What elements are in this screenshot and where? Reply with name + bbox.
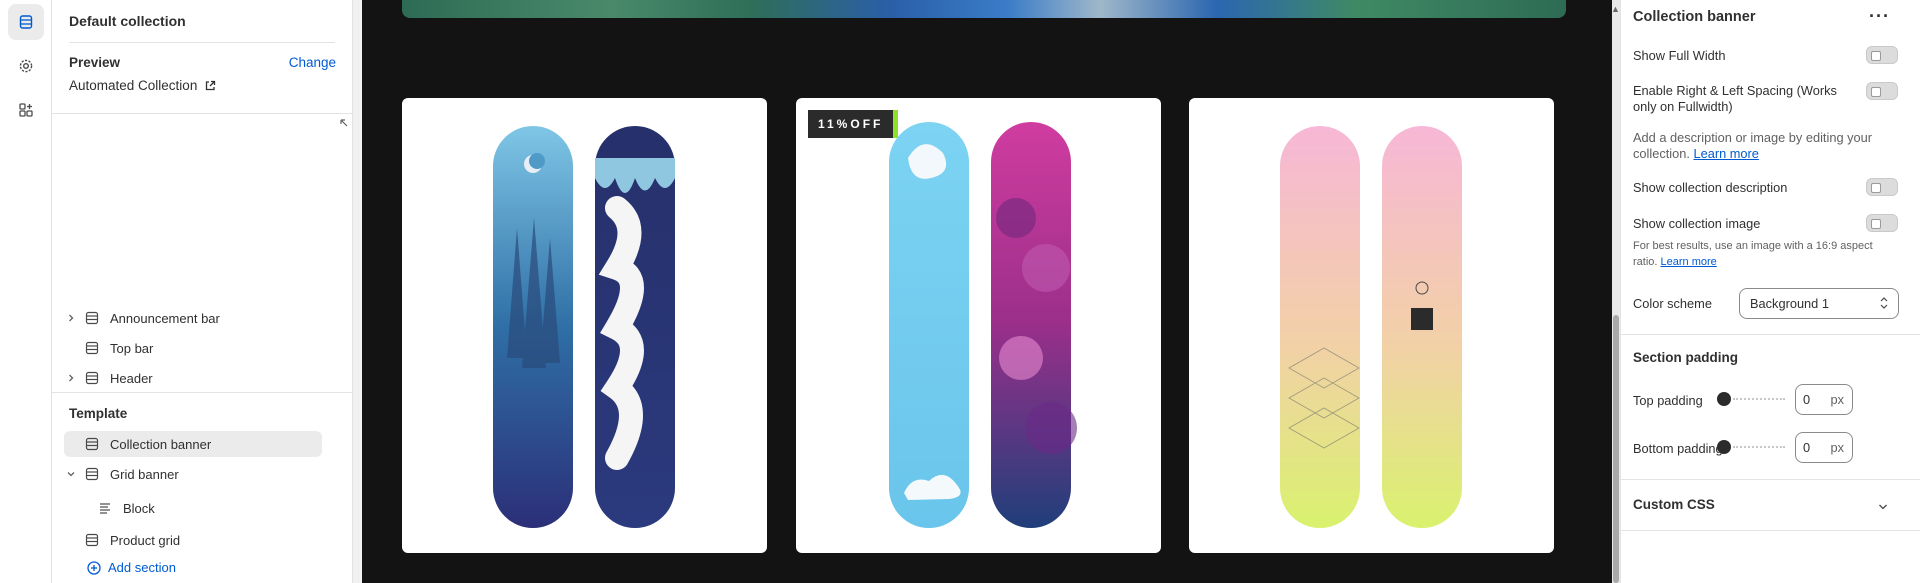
tree-item-label: Top bar bbox=[110, 340, 154, 356]
add-section-label: Add section bbox=[108, 560, 176, 575]
chevron-down-icon[interactable] bbox=[64, 470, 78, 478]
apps-icon bbox=[19, 103, 33, 117]
theme-editor: Default collection Preview Change Automa… bbox=[0, 0, 1920, 583]
product-card[interactable] bbox=[402, 98, 767, 553]
banner-image bbox=[402, 0, 1566, 18]
show-image-label: Show collection image bbox=[1633, 216, 1761, 231]
settings-title: Collection banner bbox=[1633, 9, 1756, 25]
product-card[interactable]: 11%OFF bbox=[796, 98, 1161, 553]
tree-item-announcement-bar[interactable]: Announcement bar bbox=[64, 305, 322, 331]
chevron-down-icon[interactable] bbox=[1878, 500, 1888, 515]
apps-rail-button[interactable] bbox=[8, 92, 44, 128]
slider-track[interactable] bbox=[1733, 446, 1785, 448]
tree-item-label: Block bbox=[123, 500, 155, 516]
bottom-padding-label: Bottom padding bbox=[1633, 441, 1723, 456]
sections-panel: Default collection Preview Change Automa… bbox=[52, 0, 353, 583]
divider bbox=[1621, 479, 1920, 480]
plus-circle-icon bbox=[87, 560, 101, 575]
slider-track[interactable] bbox=[1733, 398, 1785, 400]
settings-panel: Collection banner ··· Show Full Width En… bbox=[1620, 0, 1920, 583]
add-section-button[interactable]: Add section bbox=[87, 560, 176, 575]
show-description-label: Show collection description bbox=[1633, 180, 1788, 195]
product-image bbox=[1280, 126, 1462, 528]
resize-handle-icon[interactable] bbox=[340, 115, 348, 130]
text-block-icon bbox=[97, 501, 113, 515]
section-icon bbox=[84, 467, 100, 481]
tree-item-grid-banner[interactable]: Grid banner bbox=[64, 461, 322, 487]
divider bbox=[1621, 530, 1920, 531]
top-padding-input[interactable]: 0 px bbox=[1795, 384, 1853, 415]
bottom-padding-input[interactable]: 0 px bbox=[1795, 432, 1853, 463]
show-full-width-label: Show Full Width bbox=[1633, 48, 1726, 63]
discount-badge: 11%OFF bbox=[808, 110, 899, 138]
template-title: Default collection bbox=[69, 13, 186, 29]
tree-item-header[interactable]: Header bbox=[64, 365, 322, 391]
section-icon bbox=[84, 311, 100, 325]
scroll-up-arrow-icon[interactable]: ▲ bbox=[1611, 4, 1620, 14]
gear-icon bbox=[19, 59, 33, 73]
storefront-preview: 11%OFF bbox=[362, 0, 1612, 583]
enable-spacing-label: Enable Right & Left Spacing (Works only … bbox=[1633, 83, 1837, 114]
tree-item-top-bar[interactable]: Top bar bbox=[64, 335, 322, 361]
section-icon bbox=[84, 341, 100, 355]
enable-spacing-toggle[interactable] bbox=[1866, 82, 1898, 100]
section-padding-heading: Section padding bbox=[1633, 350, 1739, 365]
tree-item-collection-banner[interactable]: Collection banner bbox=[64, 431, 322, 457]
sections-rail-button[interactable] bbox=[8, 4, 44, 40]
chevron-right-icon[interactable] bbox=[64, 314, 78, 322]
tree-item-label: Product grid bbox=[110, 532, 181, 548]
preview-canvas: 11%OFF ▲ bbox=[353, 0, 1620, 583]
select-arrows-icon bbox=[1880, 295, 1888, 314]
tree-item-product-grid[interactable]: Product grid bbox=[64, 527, 322, 553]
image-help-text: For best results, use an image with a 16… bbox=[1633, 240, 1873, 268]
collection-name: Automated Collection bbox=[69, 78, 198, 93]
learn-more-link[interactable]: Learn more bbox=[1661, 256, 1717, 268]
tree-item-label: Announcement bar bbox=[110, 310, 220, 326]
bottom-padding-slider[interactable] bbox=[1717, 440, 1785, 454]
divider bbox=[69, 42, 335, 43]
more-options-icon[interactable]: ··· bbox=[1869, 6, 1890, 27]
chevron-right-icon[interactable] bbox=[64, 374, 78, 382]
top-padding-slider[interactable] bbox=[1717, 392, 1785, 406]
product-card[interactable] bbox=[1189, 98, 1554, 553]
template-heading: Template bbox=[69, 406, 128, 421]
preview-label: Preview bbox=[69, 55, 121, 70]
theme-settings-rail-button[interactable] bbox=[8, 48, 44, 84]
divider bbox=[52, 113, 352, 114]
learn-more-link[interactable]: Learn more bbox=[1693, 146, 1758, 161]
color-scheme-select[interactable]: Background 1 bbox=[1739, 288, 1899, 319]
show-description-toggle[interactable] bbox=[1866, 178, 1898, 196]
top-padding-label: Top padding bbox=[1633, 393, 1703, 408]
section-icon bbox=[84, 533, 100, 547]
section-icon bbox=[84, 371, 100, 385]
tree-item-label: Grid banner bbox=[110, 466, 179, 482]
tree-item-label: Header bbox=[110, 370, 153, 386]
tree-item-label: Collection banner bbox=[110, 436, 212, 452]
divider bbox=[1621, 334, 1920, 335]
show-image-toggle[interactable] bbox=[1866, 214, 1898, 232]
description-help-text: Add a description or image by editing yo… bbox=[1633, 130, 1873, 161]
product-image bbox=[889, 122, 1077, 528]
slider-handle[interactable] bbox=[1717, 440, 1731, 454]
change-preview-button[interactable]: Change bbox=[289, 55, 336, 70]
color-scheme-value: Background 1 bbox=[1750, 296, 1829, 311]
tree-item-block[interactable]: Block bbox=[97, 495, 322, 521]
product-image bbox=[493, 126, 675, 528]
icon-rail bbox=[0, 0, 52, 583]
show-full-width-toggle[interactable] bbox=[1866, 46, 1898, 64]
preview-collection-link[interactable]: Automated Collection bbox=[69, 78, 216, 93]
divider bbox=[52, 392, 352, 393]
slider-handle[interactable] bbox=[1717, 392, 1731, 406]
preview-scrollbar-thumb[interactable] bbox=[1613, 315, 1619, 583]
custom-css-heading[interactable]: Custom CSS bbox=[1633, 497, 1715, 512]
external-link-icon bbox=[206, 80, 216, 90]
section-icon bbox=[84, 437, 100, 451]
sections-icon bbox=[19, 15, 33, 29]
color-scheme-label: Color scheme bbox=[1633, 296, 1712, 311]
